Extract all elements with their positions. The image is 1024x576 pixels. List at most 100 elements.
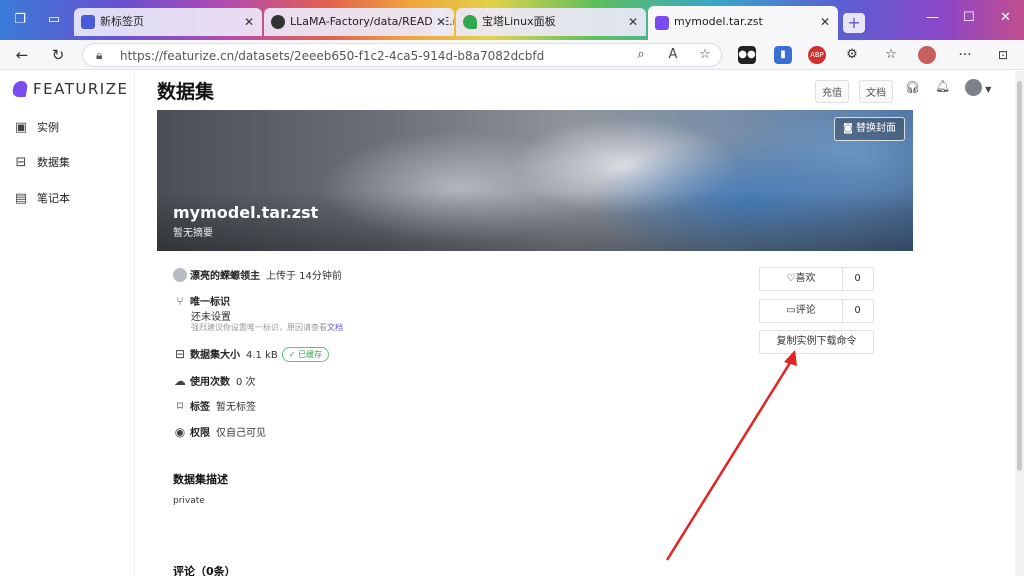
chevron-down-icon: ▼ xyxy=(985,85,992,94)
tab-title: mymodel.tar.zst xyxy=(674,15,763,28)
permission-value: 仅自己可见 xyxy=(216,428,266,439)
fork-icon: ⑂ xyxy=(176,294,184,308)
permission-label: 权限 xyxy=(190,428,210,439)
more-menu-icon[interactable]: ··· xyxy=(956,46,974,64)
sidebar-item-label: 笔记本 xyxy=(37,192,70,205)
sidebar: FEATURIZE ▣ 实例 ⊟ 数据集 ▤ 笔记本 xyxy=(0,71,135,576)
sidebar-item-label: 实例 xyxy=(37,121,59,134)
tab-new-tab[interactable]: 新标签页 ✕ xyxy=(74,8,262,36)
cloud-download-icon: ☁ xyxy=(174,374,186,388)
like-count: 0 xyxy=(854,273,861,284)
sidebar-item-label: 数据集 xyxy=(37,156,70,169)
size-row: ⊟ 数据集大小 4.1 kB ✓ 已缓存 xyxy=(173,346,329,362)
close-tab-icon[interactable]: ✕ xyxy=(628,8,638,36)
zoom-icon[interactable]: ⌕ xyxy=(633,47,649,62)
tab-baota-panel[interactable]: 宝塔Linux面板 ✕ xyxy=(456,8,646,36)
refresh-icon[interactable]: ↻ xyxy=(48,45,68,65)
uid-label: 唯一标识 xyxy=(190,297,230,308)
comment-label: 评论 xyxy=(795,305,816,316)
baota-favicon-icon xyxy=(463,15,477,29)
maximize-icon[interactable]: ☐ xyxy=(963,10,975,25)
page-title: 数据集 xyxy=(157,81,215,103)
tab-title: 宝塔Linux面板 xyxy=(482,15,556,28)
sidebar-item-datasets[interactable]: ⊟ 数据集 xyxy=(13,153,70,173)
dataset-name: mymodel.tar.zst xyxy=(173,203,319,222)
sidebar-item-instances[interactable]: ▣ 实例 xyxy=(13,118,59,138)
bookmark-extension-icon[interactable]: ▮ xyxy=(774,46,792,64)
workspaces-icon[interactable]: ❐ xyxy=(12,12,28,28)
uses-label: 使用次数 xyxy=(190,377,230,388)
arrow-shaft xyxy=(665,357,795,561)
address-bar[interactable]: 🔒︎ https://featurize.cn/datasets/2eeeb65… xyxy=(82,43,722,67)
user-menu[interactable]: ▼ xyxy=(965,79,991,96)
sidebar-toggle-icon[interactable]: ⊡ xyxy=(994,46,1012,64)
size-value: 4.1 kB xyxy=(246,350,278,361)
close-tab-icon[interactable]: ✕ xyxy=(244,8,254,36)
close-tab-icon[interactable]: ✕ xyxy=(431,8,446,36)
uid-row: ⑂ 唯一标识 xyxy=(173,293,236,308)
github-favicon-icon xyxy=(271,15,285,29)
permission-row: ◉ 权限 仅自己可见 xyxy=(173,424,266,439)
read-aloud-icon[interactable]: A xyxy=(665,47,681,62)
archive-icon: ⊟ xyxy=(15,155,27,170)
back-icon[interactable]: ← xyxy=(12,45,32,65)
tags-value: 暂无标签 xyxy=(216,402,256,413)
comment-button[interactable]: ▭评论 0 xyxy=(759,299,874,323)
dataset-summary: 暂无摘要 xyxy=(173,228,213,239)
cached-badge: ✓ 已缓存 xyxy=(281,347,329,362)
browser-tab-bar: ❐ ▭ 新标签页 ✕ LLaMA-Factory/data/README.md … xyxy=(0,0,1024,40)
comments-title: 评论（0条） xyxy=(173,565,236,576)
description-title: 数据集描述 xyxy=(173,473,228,486)
logo-text: FEATURIZE xyxy=(33,80,129,98)
profile-avatar-icon[interactable] xyxy=(918,46,936,64)
favorite-star-icon[interactable]: ☆ xyxy=(697,47,713,62)
headset-icon[interactable]: 🎧︎ xyxy=(905,80,920,94)
close-tab-icon[interactable]: ✕ xyxy=(820,6,830,38)
adblock-extension-icon[interactable]: ABP xyxy=(808,46,826,64)
comment-count: 0 xyxy=(854,305,861,316)
extensions-puzzle-icon[interactable]: ⚙ xyxy=(843,46,861,64)
tags-row: ⌑ 标签 暂无标签 xyxy=(173,398,256,413)
eye-icon: ◉ xyxy=(174,425,186,439)
owner-name[interactable]: 漂亮的蝾螈领主 xyxy=(190,271,260,282)
tab-actions-icon[interactable]: ▭ xyxy=(46,12,62,28)
tab-github-readme[interactable]: LLaMA-Factory/data/README.md ✕ xyxy=(264,8,454,36)
sidebar-item-notebooks[interactable]: ▤ 笔记本 xyxy=(13,189,70,209)
tab-mymodel[interactable]: mymodel.tar.zst ✕ xyxy=(648,6,838,40)
tab-title: LLaMA-Factory/data/README.md xyxy=(290,15,454,28)
uses-value: 0 次 xyxy=(236,377,256,388)
minimize-icon[interactable]: — xyxy=(926,10,939,25)
owner-avatar-icon xyxy=(173,268,187,282)
docs-link[interactable]: 文档 xyxy=(327,323,343,332)
copy-download-command-button[interactable]: 复制实例下载命令 xyxy=(759,330,874,354)
uid-hint-text: 强烈建议你设置唯一标识，原因请查看 xyxy=(191,323,327,332)
dataset-cover-banner: ◙ 替换封面 mymodel.tar.zst 暂无摘要 xyxy=(157,110,913,251)
like-button[interactable]: ♡喜欢 0 xyxy=(759,267,874,291)
browser-toolbar: ← ↻ 🔒︎ https://featurize.cn/datasets/2ee… xyxy=(0,40,1024,70)
scrollbar-thumb[interactable] xyxy=(1017,81,1022,471)
upload-time: 上传于 14分钟前 xyxy=(266,271,342,282)
description-text: private xyxy=(173,496,205,506)
bell-icon[interactable]: 🔔︎ xyxy=(935,79,950,93)
comment-icon: ▭ xyxy=(786,305,796,316)
close-window-icon[interactable]: ✕ xyxy=(1000,10,1011,25)
recharge-button[interactable]: 充值 xyxy=(815,80,849,103)
tab-title: 新标签页 xyxy=(100,15,144,28)
user-avatar-icon xyxy=(965,79,982,96)
tampermonkey-extension-icon[interactable]: ●● xyxy=(738,46,756,64)
new-tab-button[interactable]: + xyxy=(843,13,865,33)
favorites-icon[interactable]: ☆ xyxy=(882,46,900,64)
size-label: 数据集大小 xyxy=(190,350,240,361)
camera-icon: ◙ xyxy=(843,123,853,134)
url-text: https://featurize.cn/datasets/2eeeb650-f… xyxy=(120,49,545,63)
docs-button[interactable]: 文档 xyxy=(859,80,893,103)
change-cover-label: 替换封面 xyxy=(856,123,896,134)
featurize-favicon-icon xyxy=(655,16,669,30)
lock-icon: 🔒︎ xyxy=(96,48,103,62)
featurize-logo-icon xyxy=(11,81,29,97)
bookmark-icon: ⌑ xyxy=(176,399,184,413)
owner-row: 漂亮的蝾螈领主 上传于 14分钟前 xyxy=(173,267,342,282)
uses-row: ☁ 使用次数 0 次 xyxy=(173,373,256,388)
change-cover-button[interactable]: ◙ 替换封面 xyxy=(834,117,905,141)
page-scrollbar[interactable] xyxy=(1015,71,1024,576)
